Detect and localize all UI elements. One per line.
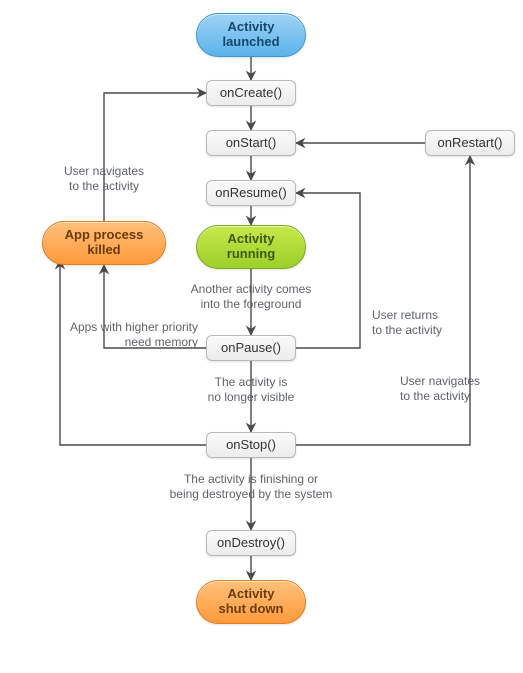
label-user-navigates-restart: User navigates to the activity <box>400 374 520 404</box>
node-onStop: onStop() <box>206 432 296 458</box>
node-onResume: onResume() <box>206 180 296 206</box>
node-onCreate: onCreate() <box>206 80 296 106</box>
node-onPause: onPause() <box>206 335 296 361</box>
label-user-navigates-activity: User navigates to the activity <box>44 164 164 194</box>
label-another-activity-foreground: Another activity comes into the foregrou… <box>176 282 326 312</box>
node-app-process-killed: App process killed <box>42 221 166 265</box>
label-no-longer-visible: The activity is no longer visible <box>186 375 316 405</box>
node-onRestart: onRestart() <box>425 130 515 156</box>
node-activity-launched: Activity launched <box>196 13 306 57</box>
label-user-returns: User returns to the activity <box>372 308 482 338</box>
node-activity-shut-down: Activity shut down <box>196 580 306 624</box>
node-onStart: onStart() <box>206 130 296 156</box>
node-activity-running: Activity running <box>196 225 306 269</box>
activity-lifecycle-diagram: Activity launched onCreate() onStart() o… <box>0 0 523 673</box>
label-activity-finishing: The activity is finishing or being destr… <box>153 472 349 502</box>
label-higher-priority: Apps with higher priority need memory <box>46 320 198 350</box>
node-onDestroy: onDestroy() <box>206 530 296 556</box>
